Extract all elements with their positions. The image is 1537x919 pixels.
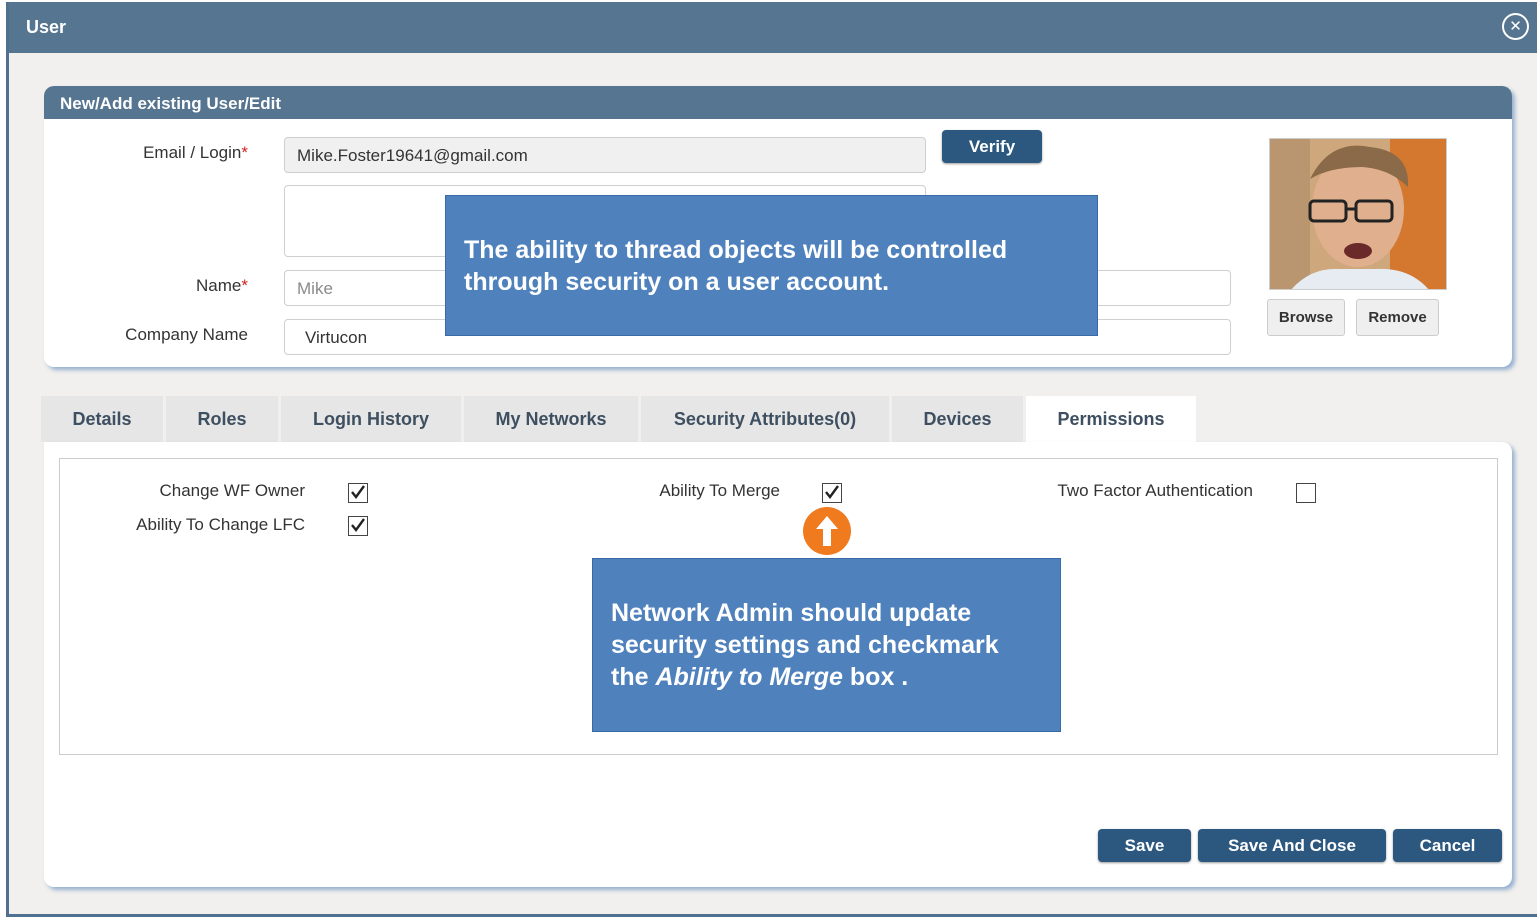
person-photo-icon: [1270, 139, 1446, 289]
title-bar: User ✕: [9, 2, 1537, 53]
ability-to-change-lfc-label: Ability To Change LFC: [136, 515, 305, 534]
save-and-close-button[interactable]: Save And Close: [1198, 829, 1386, 862]
user-dialog: User ✕ New/Add existing User/Edit Email …: [6, 2, 1537, 917]
callout-text-emphasis: Ability to Merge: [655, 663, 843, 691]
verify-button[interactable]: Verify: [942, 130, 1042, 163]
cancel-button[interactable]: Cancel: [1393, 829, 1502, 862]
change-wf-owner-label: Change WF Owner: [159, 481, 306, 500]
tab-my-networks[interactable]: My Networks: [464, 396, 638, 442]
change-wf-owner-checkbox[interactable]: [348, 483, 368, 503]
save-button[interactable]: Save: [1098, 829, 1191, 862]
checkmark-icon: [825, 485, 839, 499]
arrow-up-icon: [803, 507, 851, 555]
tab-permissions[interactable]: Permissions: [1026, 396, 1196, 444]
checkmark-icon: [351, 518, 365, 532]
callout-merge-instruction: Network Admin should update security set…: [592, 558, 1061, 732]
panel-header: New/Add existing User/Edit: [44, 86, 1512, 119]
ability-to-change-lfc-checkbox[interactable]: [348, 516, 368, 536]
company-name-label: Company Name: [125, 325, 248, 344]
tab-devices[interactable]: Devices: [892, 396, 1023, 442]
two-factor-authentication-checkbox[interactable]: [1296, 483, 1316, 503]
remove-button[interactable]: Remove: [1356, 299, 1439, 336]
user-photo: [1269, 138, 1447, 290]
ability-to-merge-checkbox[interactable]: [822, 483, 842, 503]
browse-button[interactable]: Browse: [1267, 299, 1345, 336]
tab-details[interactable]: Details: [41, 396, 163, 442]
two-factor-authentication-label: Two Factor Authentication: [1057, 481, 1253, 500]
name-label: Name*: [196, 276, 248, 295]
email-label: Email / Login*: [143, 143, 248, 162]
callout-thread-security: The ability to thread objects will be co…: [445, 195, 1098, 336]
dialog-title: User: [26, 17, 67, 37]
email-field[interactable]: Mike.Foster19641@gmail.com: [284, 137, 926, 173]
tab-login-history[interactable]: Login History: [281, 396, 461, 442]
checkmark-icon: [351, 485, 365, 499]
tab-roles[interactable]: Roles: [166, 396, 278, 442]
close-icon[interactable]: ✕: [1502, 13, 1529, 40]
callout-text-suffix: box .: [842, 663, 909, 691]
tab-security-attributes[interactable]: Security Attributes(0): [641, 396, 889, 442]
ability-to-merge-label: Ability To Merge: [659, 481, 780, 500]
